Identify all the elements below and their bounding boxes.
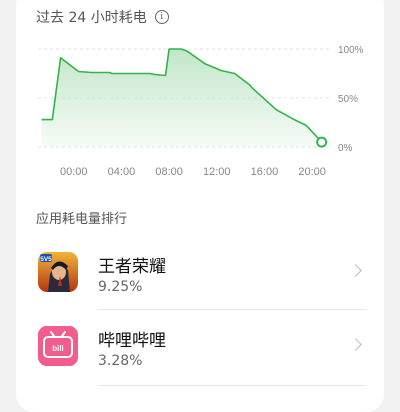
app-row-bilibili[interactable]: bili 哔哩哔哩 3.28% <box>36 326 366 386</box>
app-name: 王者荣耀 <box>98 257 166 277</box>
app-usage-percent: 9.25% <box>98 279 143 295</box>
y-tick-label: 0% <box>338 143 353 154</box>
divider <box>98 385 366 386</box>
bilibili-icon: bili <box>38 326 78 366</box>
x-tick-label: 16:00 <box>251 166 279 178</box>
x-tick-label: 00:00 <box>60 166 88 178</box>
honor-of-kings-icon: 5V5 <box>38 252 78 292</box>
app-name: 哔哩哔哩 <box>98 331 166 351</box>
x-tick-label: 08:00 <box>155 166 183 178</box>
chevron-right-icon <box>349 338 362 351</box>
app-row-honor-of-kings[interactable]: 5V5 王者荣耀 9.25% <box>36 252 366 312</box>
x-tick-label: 04:00 <box>108 166 136 178</box>
divider <box>98 309 366 310</box>
current-point-marker <box>316 136 328 148</box>
app-usage-percent: 3.28% <box>98 353 143 369</box>
svg-text:5V5: 5V5 <box>40 256 52 263</box>
chevron-right-icon <box>349 264 362 277</box>
svg-text:bili: bili <box>52 344 64 353</box>
y-tick-label: 50% <box>338 94 358 105</box>
ranking-title: 应用耗电量排行 <box>36 212 128 227</box>
battery-chart: 100% 50% 0% 00:00 04:00 08:00 12:00 16:00 20:00 <box>38 45 364 178</box>
x-tick-label: 12:00 <box>203 166 231 178</box>
x-tick-label: 20:00 <box>298 166 326 178</box>
y-tick-label: 100% <box>338 45 364 56</box>
